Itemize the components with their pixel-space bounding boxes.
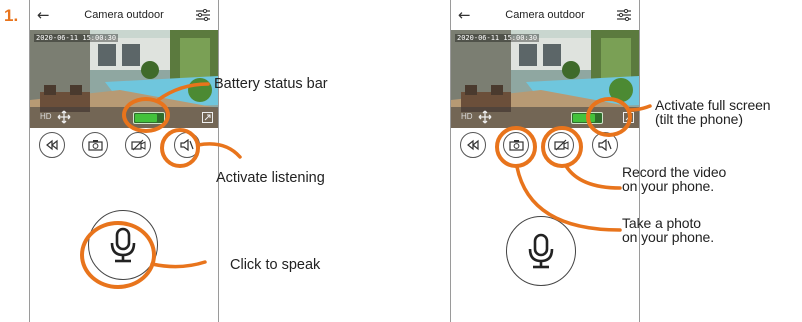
photo-annotation-line2: on your phone. [622, 229, 715, 245]
photo-callout-line [515, 165, 622, 232]
record-annotation-line2: on your phone. [622, 178, 715, 194]
fullscreen-callout-line [628, 104, 652, 112]
record-callout-line [564, 164, 622, 190]
listening-annotation: Activate listening [216, 170, 325, 186]
speak-callout-line [150, 260, 207, 269]
speak-annotation: Click to speak [230, 257, 321, 273]
fullscreen-annotation-line2: (tilt the phone) [655, 111, 743, 127]
listen-callout-line [196, 142, 242, 159]
battery-callout-line [156, 82, 210, 102]
callout-lines [150, 82, 652, 269]
battery-annotation: Battery status bar [214, 76, 328, 92]
